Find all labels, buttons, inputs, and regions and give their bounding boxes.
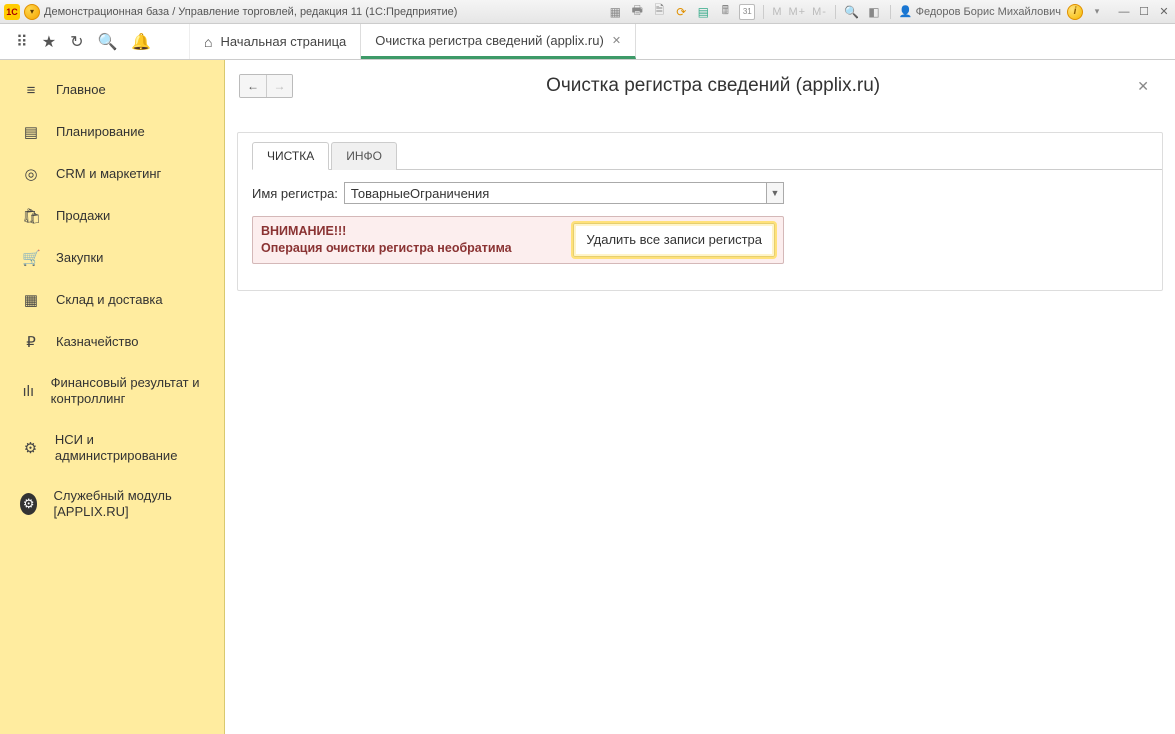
chart-icon: ılı [22, 383, 35, 400]
zoom-icon[interactable]: 🔍 [844, 4, 860, 20]
tabbar-tools: ⠿ ★ ↻ 🔍 🔔 [0, 24, 190, 59]
sidebar-item-label: НСИ и администрирование [55, 432, 210, 465]
notifications-icon[interactable]: 🔔 [131, 32, 151, 52]
inner-tabs: ЧИСТКА ИНФО [252, 141, 1162, 170]
warning-line1: ВНИМАНИЕ!!! [261, 224, 346, 238]
tab-register-cleanup[interactable]: Очистка регистра сведений (applix.ru) ✕ [361, 24, 636, 59]
favorite-star-icon[interactable]: ★ [42, 32, 56, 52]
calendar-icon[interactable]: 31 [739, 4, 755, 20]
help-info-button[interactable]: i [1067, 4, 1083, 20]
sidebar-item-label: Продажи [56, 208, 110, 224]
warning-panel: ВНИМАНИЕ!!! Операция очистки регистра не… [252, 216, 784, 264]
tab-home-label: Начальная страница [220, 34, 346, 49]
bag-icon: 🛍 [22, 207, 40, 225]
sidebar-item-label: Казначейство [56, 334, 138, 350]
sidebar-item-planning[interactable]: ▤ Планирование [0, 111, 224, 153]
sidebar-item-service-module[interactable]: ⚙ Служебный модуль [APPLIX.RU] [0, 476, 224, 533]
reload-icon[interactable]: ⟳ [673, 4, 689, 20]
menu-icon: ≡ [22, 82, 40, 99]
app-logo-icon: 1С [4, 4, 20, 20]
sidebar-item-main[interactable]: ≡ Главное [0, 70, 224, 111]
target-icon: ◎ [22, 165, 40, 183]
apps-grid-icon[interactable]: ⠿ [16, 32, 28, 52]
planning-icon: ▤ [22, 123, 40, 141]
grid-icon[interactable]: ▦ [607, 4, 623, 20]
tab-home[interactable]: ⌂ Начальная страница [190, 24, 361, 59]
history-icon[interactable]: ↻ [70, 32, 83, 52]
user-name: Федоров Борис Михайлович [916, 6, 1061, 18]
register-name-input[interactable] [344, 182, 766, 204]
sidebar-item-crm[interactable]: ◎ CRM и маркетинг [0, 153, 224, 195]
delete-all-records-button[interactable]: Удалить все записи регистра [573, 223, 775, 257]
sidebar-item-sales[interactable]: 🛍 Продажи [0, 195, 224, 237]
gear-icon: ⚙ [22, 439, 39, 457]
sidebar: ≡ Главное ▤ Планирование ◎ CRM и маркети… [0, 60, 225, 734]
content-area: ← → Очистка регистра сведений (applix.ru… [225, 60, 1175, 734]
warehouse-icon: ▦ [22, 291, 40, 309]
warning-text: ВНИМАНИЕ!!! Операция очистки регистра не… [261, 223, 565, 257]
mem-m[interactable]: M [772, 6, 782, 18]
sidebar-item-label: CRM и маркетинг [56, 166, 161, 182]
sidebar-item-purchases[interactable]: 🛒 Закупки [0, 237, 224, 279]
user-icon: 👤 [899, 5, 913, 18]
nav-back-button[interactable]: ← [240, 75, 266, 97]
nav-forward-button[interactable]: → [266, 75, 292, 97]
nav-buttons: ← → [239, 74, 293, 98]
minimize-button[interactable]: — [1117, 5, 1131, 19]
home-icon: ⌂ [204, 34, 212, 50]
sidebar-item-finance[interactable]: ılı Финансовый результат и контроллинг [0, 363, 224, 420]
spreadsheet-icon[interactable]: ▤ [695, 4, 711, 20]
register-name-label: Имя регистра: [252, 186, 338, 201]
register-dropdown-button[interactable]: ▼ [766, 182, 784, 204]
sidebar-item-label: Главное [56, 82, 106, 98]
doc-icon[interactable]: 🗎 [651, 4, 667, 20]
mem-mplus[interactable]: M+ [788, 6, 806, 18]
mem-mminus[interactable]: M- [812, 6, 827, 18]
sidebar-item-warehouse[interactable]: ▦ Склад и доставка [0, 279, 224, 321]
calc-icon[interactable]: 🖩 [717, 4, 733, 20]
app-title: Демонстрационная база / Управление торго… [44, 6, 457, 18]
app-menu-dropdown[interactable]: ▾ [24, 4, 40, 20]
close-page-button[interactable]: ✕ [1133, 76, 1153, 97]
search-icon[interactable]: 🔍 [97, 32, 117, 52]
inner-tab-clean[interactable]: ЧИСТКА [252, 142, 329, 170]
sidebar-item-label: Планирование [56, 124, 145, 140]
current-user[interactable]: 👤 Федоров Борис Михайлович [899, 5, 1061, 18]
sidebar-item-label: Служебный модуль [APPLIX.RU] [53, 488, 210, 521]
page-title: Очистка регистра сведений (applix.ru) [293, 75, 1133, 97]
inner-tab-info[interactable]: ИНФО [331, 142, 397, 170]
tab-close-icon[interactable]: ✕ [612, 34, 621, 47]
panel-icon[interactable]: ◧ [866, 4, 882, 20]
sidebar-item-label: Закупки [56, 250, 103, 266]
tab-active-label: Очистка регистра сведений (applix.ru) [375, 33, 604, 48]
ruble-icon: ₽ [22, 333, 40, 351]
help-dropdown-icon[interactable]: ▾ [1089, 4, 1105, 20]
titlebar-toolbar: ▦ 🖶 🗎 ⟳ ▤ 🖩 31 M M+ M- 🔍 ◧ 👤 Федоров Бор… [607, 4, 1171, 20]
sidebar-item-treasury[interactable]: ₽ Казначейство [0, 321, 224, 363]
cart-icon: 🛒 [22, 249, 40, 267]
sidebar-item-label: Финансовый результат и контроллинг [51, 375, 210, 408]
warning-line2: Операция очистки регистра необратима [261, 241, 512, 255]
sidebar-item-admin[interactable]: ⚙ НСИ и администрирование [0, 420, 224, 477]
maximize-button[interactable]: ☐ [1137, 5, 1151, 19]
titlebar: 1С ▾ Демонстрационная база / Управление … [0, 0, 1175, 24]
gear-dark-icon: ⚙ [20, 493, 37, 515]
print-icon[interactable]: 🖶 [629, 4, 645, 20]
close-window-button[interactable]: ✕ [1157, 5, 1171, 19]
sidebar-item-label: Склад и доставка [56, 292, 163, 308]
tabbar: ⠿ ★ ↻ 🔍 🔔 ⌂ Начальная страница Очистка р… [0, 24, 1175, 60]
